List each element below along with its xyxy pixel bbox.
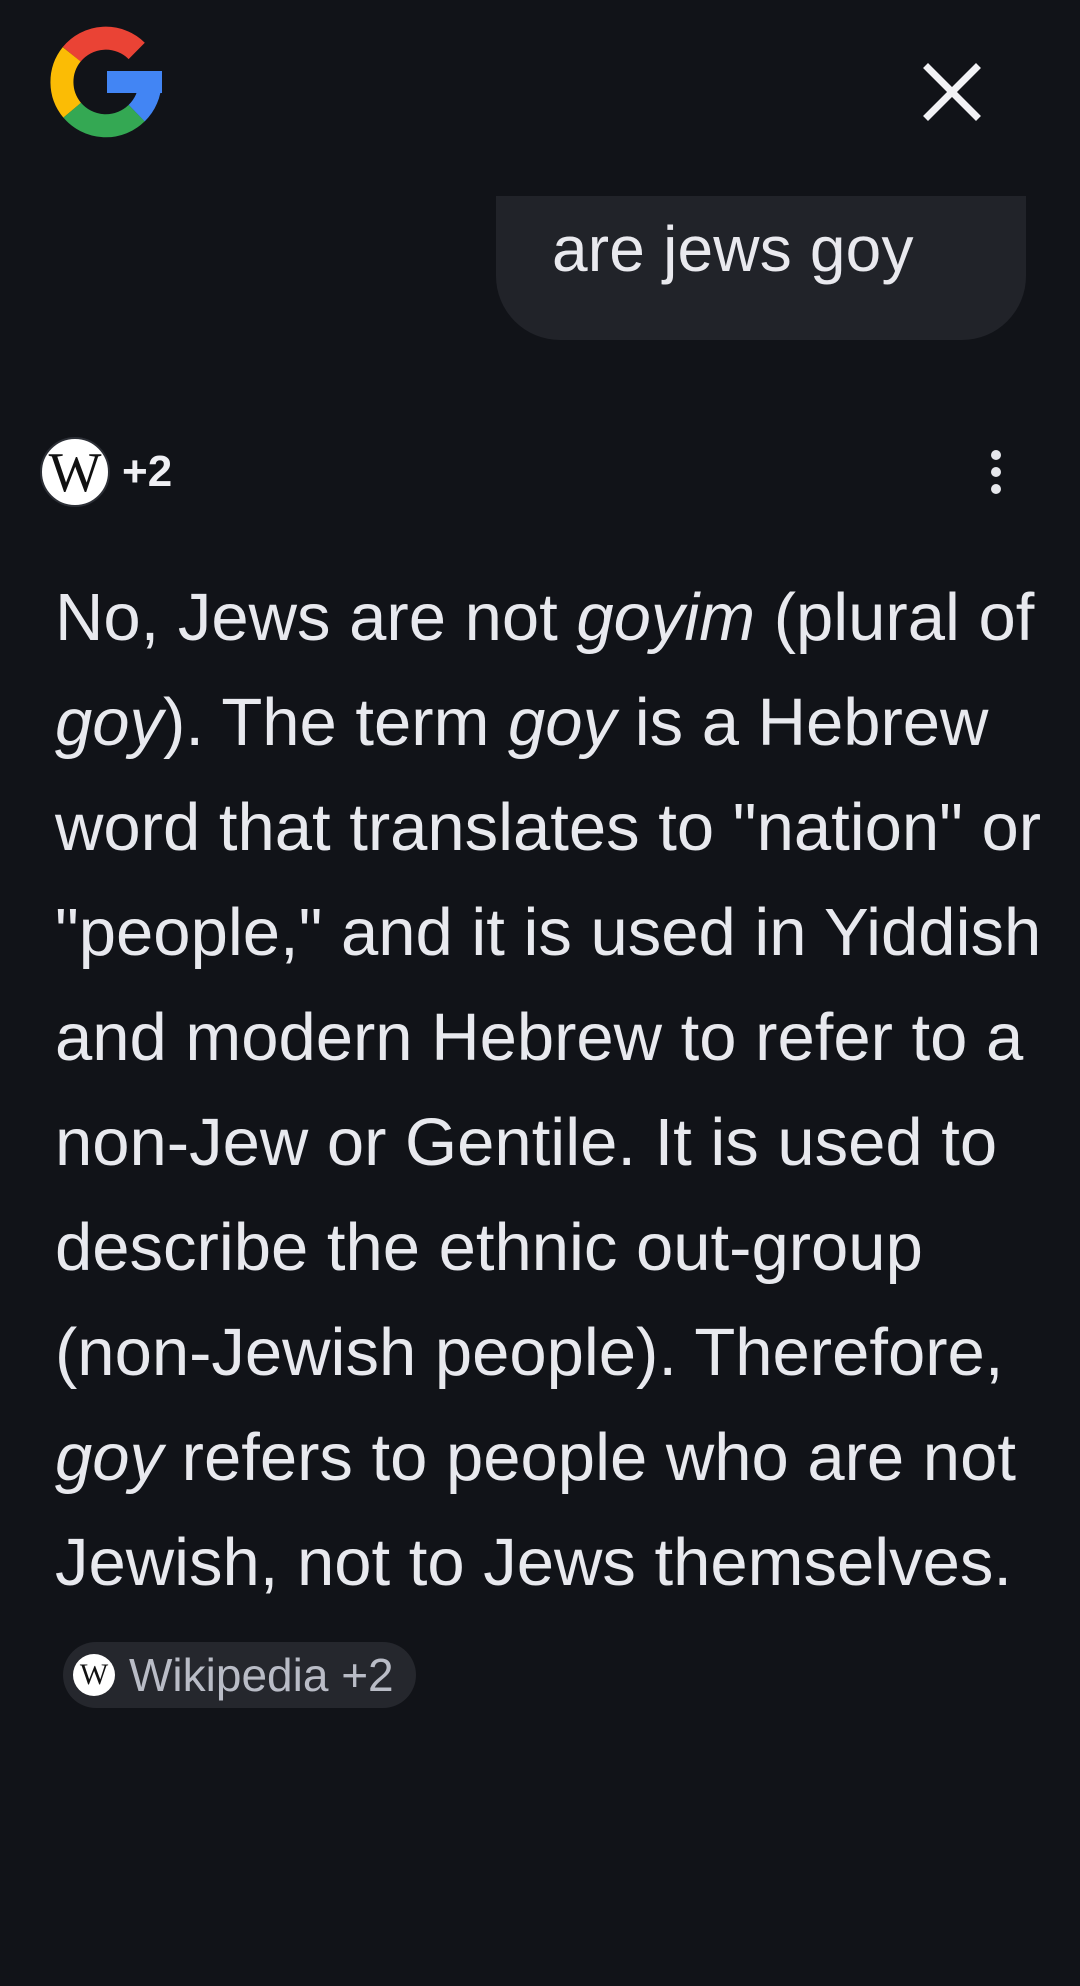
close-button[interactable]: [912, 52, 992, 132]
query-text: are jews goy: [552, 213, 914, 285]
wikipedia-icon: W: [40, 437, 110, 507]
answer-segment: No, Jews are not: [55, 580, 577, 655]
answer-term: goy: [508, 685, 617, 760]
citation-chip[interactable]: W Wikipedia +2: [63, 1642, 416, 1708]
answer-term: goyim: [576, 580, 756, 655]
answer-term: goy: [55, 1420, 164, 1495]
answer-term: goy: [55, 685, 164, 760]
answer-segment: ). The term: [163, 685, 509, 760]
more-vertical-icon: [991, 450, 1001, 460]
answer-segment: is a Hebrew word that translates to "nat…: [55, 685, 1042, 1390]
sources-button[interactable]: W +2: [40, 436, 172, 508]
more-options-button[interactable]: [964, 440, 1028, 504]
citation-label: Wikipedia +2: [129, 1649, 394, 1701]
answer-segment: (plural of: [755, 580, 1035, 655]
answer-text: No, Jews are not goyim (plural of goy). …: [55, 565, 1055, 1720]
wikipedia-citation-glyph: W: [79, 1658, 109, 1691]
sources-count: +2: [122, 447, 173, 496]
google-logo-icon: [50, 26, 162, 138]
close-x-icon: [923, 63, 981, 121]
answer-segment: refers to people who are not Jewish, not…: [55, 1420, 1016, 1600]
wikipedia-citation-icon: W: [73, 1654, 115, 1696]
wikipedia-glyph: W: [48, 442, 102, 504]
query-bubble: are jews goy: [496, 196, 1026, 340]
